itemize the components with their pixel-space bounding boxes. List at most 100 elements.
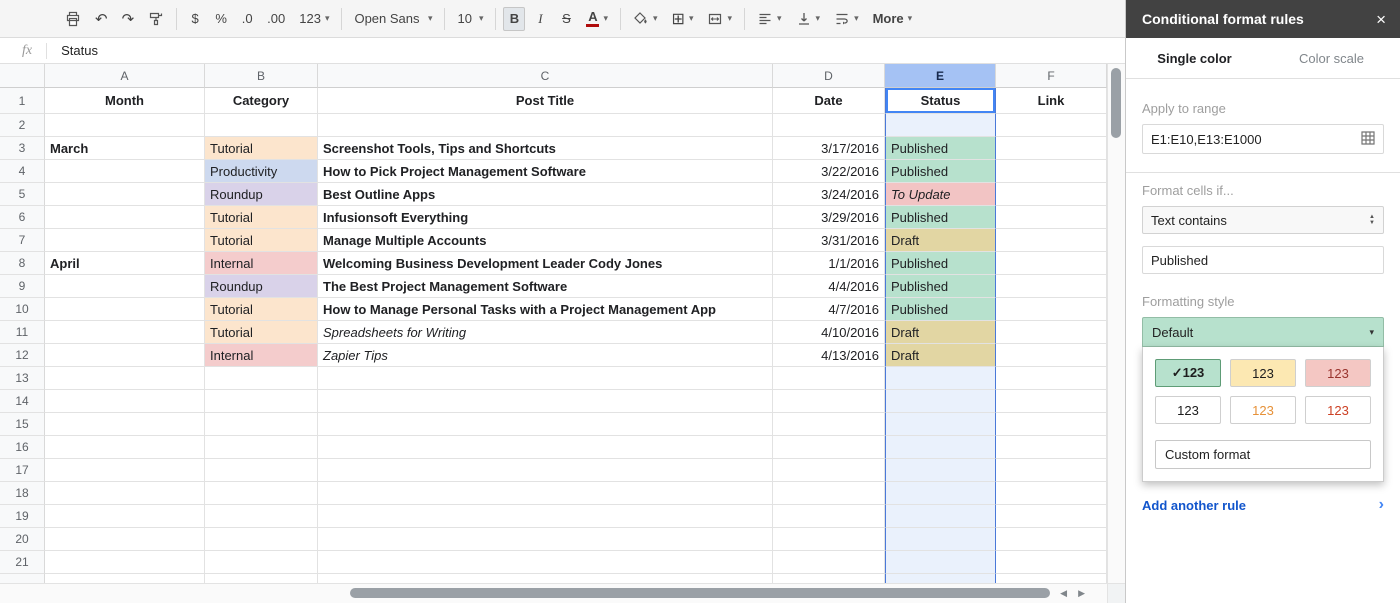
cell-B1[interactable]: Category xyxy=(205,88,318,114)
cell-E7[interactable]: Draft xyxy=(885,229,996,252)
cell-B16[interactable] xyxy=(205,436,318,459)
cell-D11[interactable]: 4/10/2016 xyxy=(773,321,885,344)
close-icon[interactable]: × xyxy=(1376,11,1386,28)
row-header-19[interactable]: 19 xyxy=(0,505,45,528)
cell-F13[interactable] xyxy=(996,367,1107,390)
cell-B13[interactable] xyxy=(205,367,318,390)
row-header-14[interactable]: 14 xyxy=(0,390,45,413)
cell-B11[interactable]: Tutorial xyxy=(205,321,318,344)
cell-F3[interactable] xyxy=(996,137,1107,160)
decrease-decimal-button[interactable]: .0 xyxy=(236,7,258,31)
cell-F12[interactable] xyxy=(996,344,1107,367)
cell-E20[interactable] xyxy=(885,528,996,551)
cell-C4[interactable]: How to Pick Project Management Software xyxy=(318,160,773,183)
row-header-13[interactable]: 13 xyxy=(0,367,45,390)
cell-E8[interactable]: Published xyxy=(885,252,996,275)
cell-A13[interactable] xyxy=(45,367,205,390)
row-header-15[interactable]: 15 xyxy=(0,413,45,436)
cell-F17[interactable] xyxy=(996,459,1107,482)
cell-F20[interactable] xyxy=(996,528,1107,551)
redo-button[interactable]: ↷ xyxy=(117,7,140,31)
cell-B4[interactable]: Productivity xyxy=(205,160,318,183)
cell-F16[interactable] xyxy=(996,436,1107,459)
cell-F14[interactable] xyxy=(996,390,1107,413)
cell-B12[interactable]: Internal xyxy=(205,344,318,367)
cell-B8[interactable]: Internal xyxy=(205,252,318,275)
add-another-rule-link[interactable]: Add another rule › xyxy=(1142,496,1384,514)
cell-A17[interactable] xyxy=(45,459,205,482)
cell-F15[interactable] xyxy=(996,413,1107,436)
cell-D16[interactable] xyxy=(773,436,885,459)
cell-B10[interactable]: Tutorial xyxy=(205,298,318,321)
row-header-11[interactable]: 11 xyxy=(0,321,45,344)
column-header-C[interactable]: C xyxy=(318,64,773,88)
cell-B2[interactable] xyxy=(205,114,318,137)
cell-E9[interactable]: Published xyxy=(885,275,996,298)
cell-C6[interactable]: Infusionsoft Everything xyxy=(318,206,773,229)
cell-E4[interactable]: Published xyxy=(885,160,996,183)
cell-E13[interactable] xyxy=(885,367,996,390)
increase-decimal-button[interactable]: .00 xyxy=(262,7,290,31)
vertical-scrollbar[interactable] xyxy=(1107,64,1125,583)
cell-B3[interactable]: Tutorial xyxy=(205,137,318,160)
cell-C2[interactable] xyxy=(318,114,773,137)
cell-E15[interactable] xyxy=(885,413,996,436)
row-header-1[interactable]: 1 xyxy=(0,88,45,114)
style-swatch-5[interactable]: 123 xyxy=(1230,396,1296,424)
horizontal-scrollbar[interactable]: ◀ ▶ xyxy=(0,583,1107,603)
cell-D8[interactable]: 1/1/2016 xyxy=(773,252,885,275)
scroll-left-icon[interactable]: ◀ xyxy=(1060,588,1067,599)
range-input[interactable]: E1:E10,E13:E1000 xyxy=(1142,124,1384,154)
style-swatch-3[interactable]: 123 xyxy=(1305,359,1371,387)
cell-E14[interactable] xyxy=(885,390,996,413)
more-button[interactable]: More ▾ xyxy=(868,7,918,31)
condition-value-input[interactable] xyxy=(1142,246,1384,274)
formula-bar[interactable]: fx Status xyxy=(0,38,1125,64)
tab-single-color[interactable]: Single color xyxy=(1126,38,1263,78)
cell-E5[interactable]: To Update xyxy=(885,183,996,206)
cell-F18[interactable] xyxy=(996,482,1107,505)
cell-B14[interactable] xyxy=(205,390,318,413)
bold-button[interactable]: B xyxy=(503,6,526,31)
custom-format-button[interactable]: Custom format xyxy=(1155,440,1371,469)
cell-F19[interactable] xyxy=(996,505,1107,528)
cell-A12[interactable] xyxy=(45,344,205,367)
cell-D7[interactable]: 3/31/2016 xyxy=(773,229,885,252)
column-header-E[interactable]: E xyxy=(885,64,996,88)
tab-color-scale[interactable]: Color scale xyxy=(1263,38,1400,78)
cell-E10[interactable]: Published xyxy=(885,298,996,321)
cell-C8[interactable]: Welcoming Business Development Leader Co… xyxy=(318,252,773,275)
column-header-B[interactable]: B xyxy=(205,64,318,88)
row-header-4[interactable]: 4 xyxy=(0,160,45,183)
cell-D13[interactable] xyxy=(773,367,885,390)
italic-button[interactable]: I xyxy=(529,7,551,31)
cell-C19[interactable] xyxy=(318,505,773,528)
cell-B7[interactable]: Tutorial xyxy=(205,229,318,252)
row-header-5[interactable]: 5 xyxy=(0,183,45,206)
row-header-3[interactable]: 3 xyxy=(0,137,45,160)
cell-D9[interactable]: 4/4/2016 xyxy=(773,275,885,298)
formula-bar-value[interactable]: Status xyxy=(61,43,98,58)
cell-B9[interactable]: Roundup xyxy=(205,275,318,298)
cell-B17[interactable] xyxy=(205,459,318,482)
cell-A20[interactable] xyxy=(45,528,205,551)
select-data-range-icon[interactable] xyxy=(1361,130,1375,148)
cell-B20[interactable] xyxy=(205,528,318,551)
row-header-8[interactable]: 8 xyxy=(0,252,45,275)
format-percent-button[interactable]: % xyxy=(210,7,232,31)
cell-F1[interactable]: Link xyxy=(996,88,1107,114)
cell-B5[interactable]: Roundup xyxy=(205,183,318,206)
cell-E19[interactable] xyxy=(885,505,996,528)
cell-A19[interactable] xyxy=(45,505,205,528)
cell-A3[interactable]: March xyxy=(45,137,205,160)
cell-A5[interactable] xyxy=(45,183,205,206)
cell-F10[interactable] xyxy=(996,298,1107,321)
cell-E6[interactable]: Published xyxy=(885,206,996,229)
cell-A8[interactable]: April xyxy=(45,252,205,275)
cell-A7[interactable] xyxy=(45,229,205,252)
cell-A9[interactable] xyxy=(45,275,205,298)
horizontal-align-button[interactable]: ▾ xyxy=(752,7,787,31)
cell-C11[interactable]: Spreadsheets for Writing xyxy=(318,321,773,344)
cell-C7[interactable]: Manage Multiple Accounts xyxy=(318,229,773,252)
cell-C12[interactable]: Zapier Tips xyxy=(318,344,773,367)
